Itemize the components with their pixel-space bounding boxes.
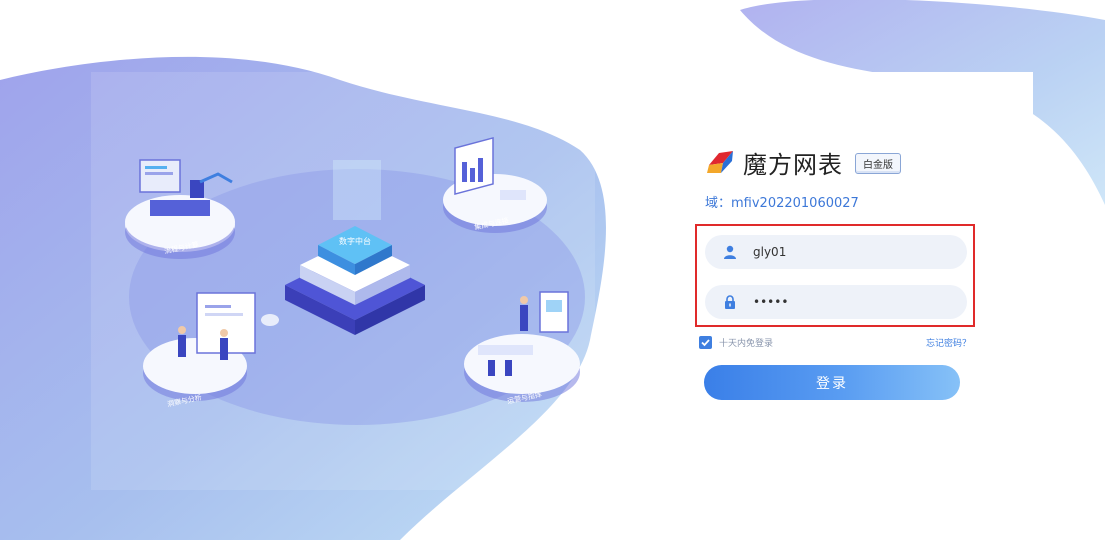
password-field[interactable]: ••••• [705,285,967,319]
remember-checkbox[interactable] [699,335,712,349]
lock-icon [725,295,735,309]
forgot-password-link[interactable]: 忘记密码？ [926,336,971,349]
brand-name: 魔方网表 [743,150,843,179]
center-label: 数字中台 [339,236,371,246]
edition-badge: 白金版 [855,152,901,174]
username-value: gly01 [753,245,787,259]
rubik-cube-logo-icon [707,151,733,173]
remember-label: 十天内免登录 [719,338,774,349]
check-icon [701,338,710,346]
login-options: 十天内免登录 忘记密码？ [699,334,971,350]
username-field[interactable]: gly01 [705,235,967,269]
user-icon [724,245,736,259]
password-value: ••••• [753,295,789,309]
remember-me[interactable]: 十天内免登录 [699,335,774,349]
login-panel: 魔方网表 白金版 域：mfiv202201060027 gly01 ••••• [695,140,975,400]
login-button[interactable]: 登录 [704,365,960,400]
domain-text: 域：mfiv202201060027 [705,196,859,211]
credentials-highlight: gly01 ••••• [695,224,975,327]
brand-header: 魔方网表 白金版 [705,140,975,184]
login-page: 数字中台 流程与计算 集成与连接 洞察与分析 运营与指挥 魔方网表 白金版 域：… [0,0,1105,540]
